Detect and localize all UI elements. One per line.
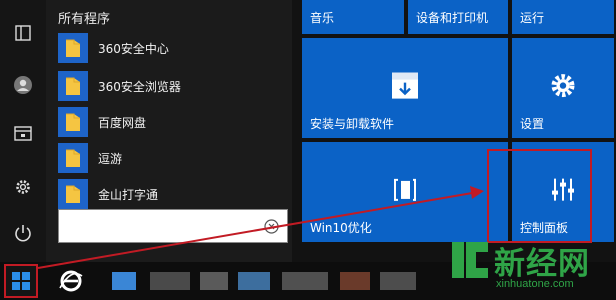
watermark-domain: xinhuatone.com <box>496 278 574 290</box>
watermark-logo-icon <box>452 242 488 278</box>
watermark-name: 新经网 <box>494 246 590 282</box>
site-watermark: 新经网 xinhuatone.com <box>446 238 614 296</box>
